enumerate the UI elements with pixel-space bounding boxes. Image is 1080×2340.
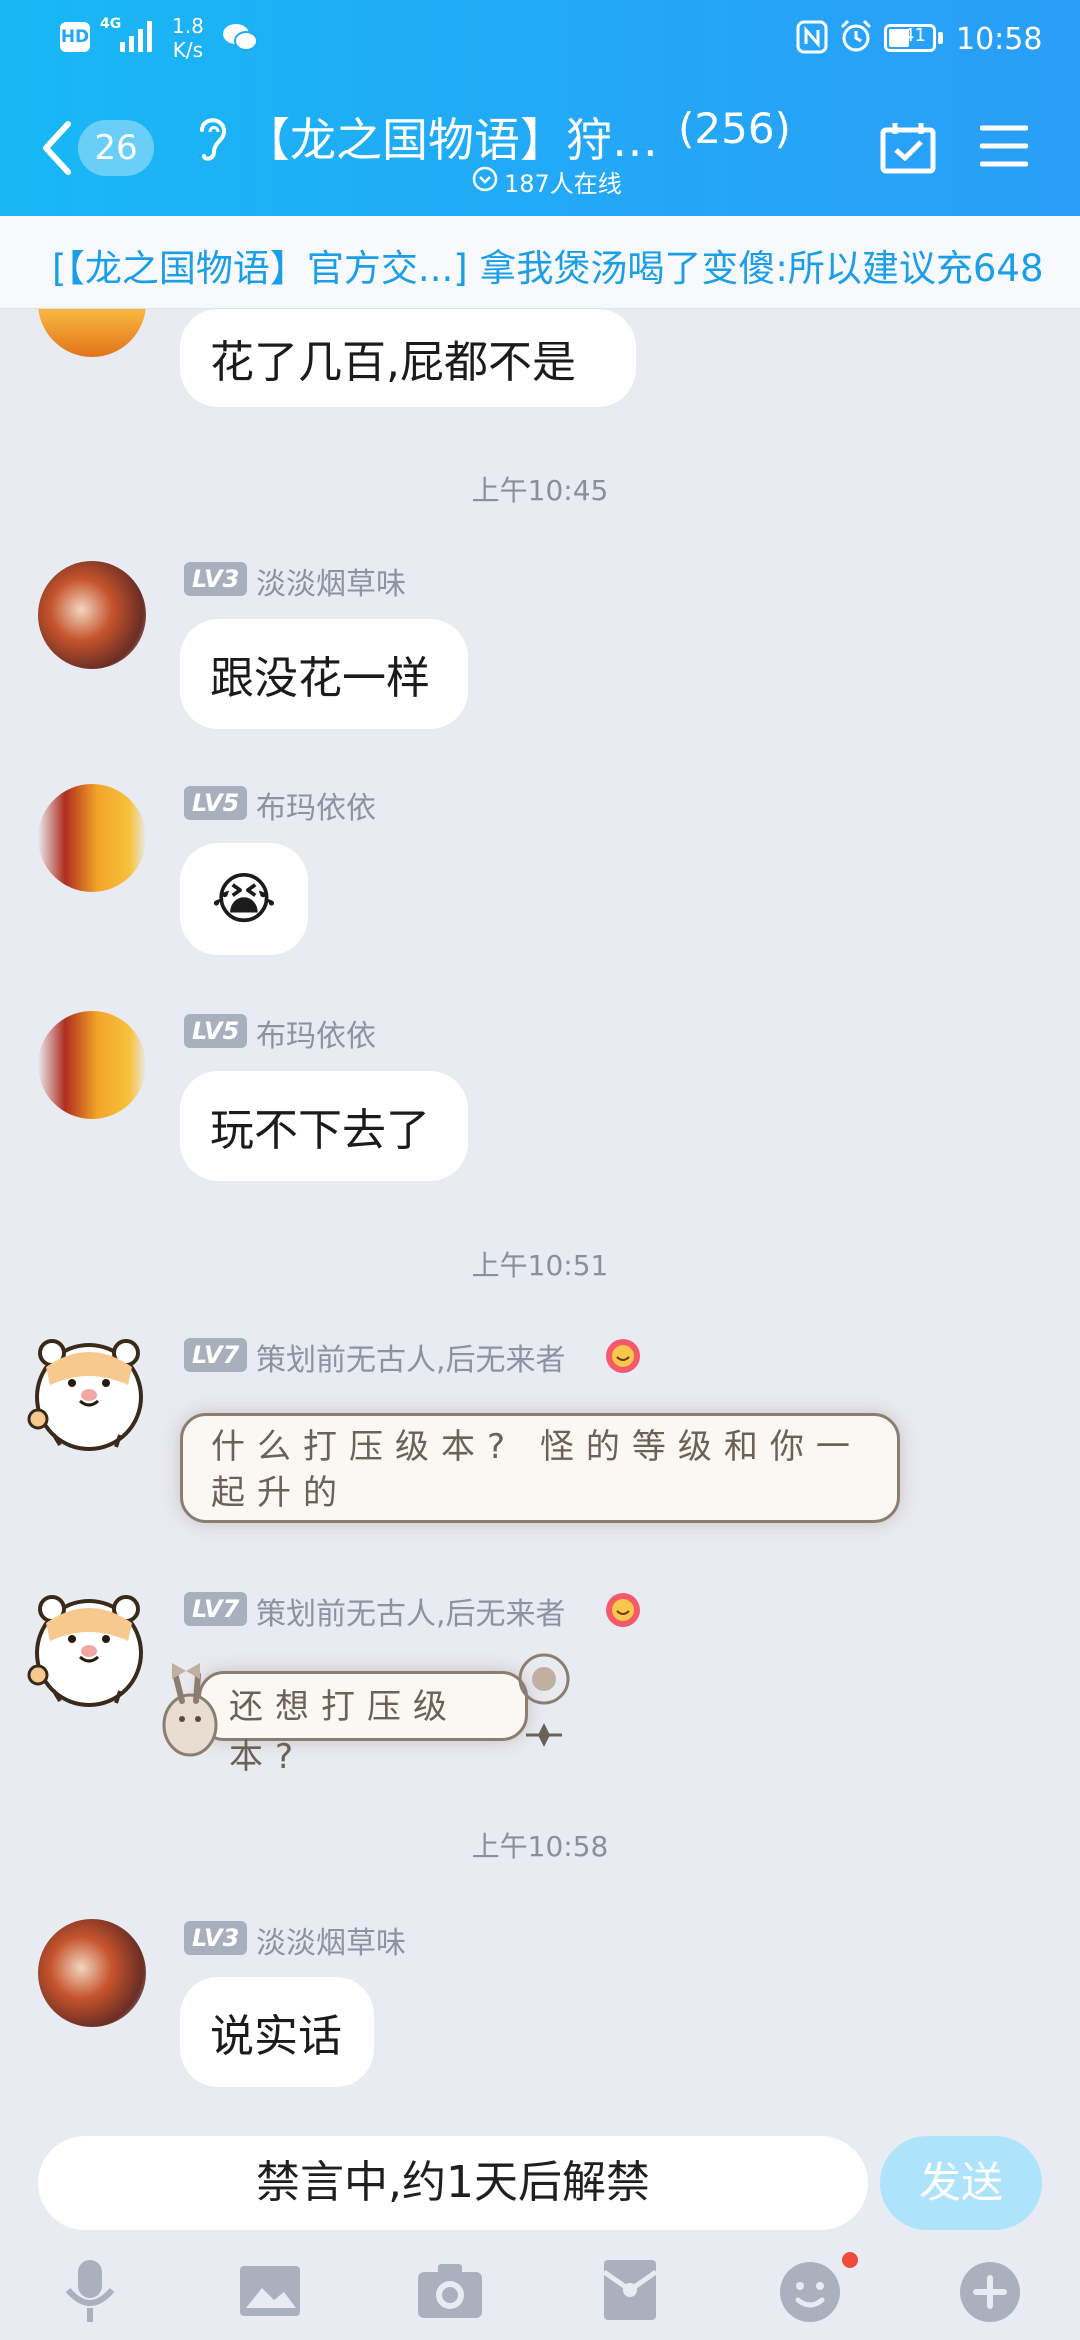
level-badge: LV7 [184,1338,248,1372]
sender-name[interactable]: 布玛依依 [256,783,376,827]
net-speed-unit: K/s [172,38,204,62]
online-count[interactable]: 187人在线 [504,164,622,199]
level-badge: LV7 [184,1592,248,1626]
bubble-decoration-rabbit-icon [162,1663,218,1757]
avatar[interactable] [38,561,146,669]
message-bubble[interactable]: 花了几百,屁都不是 [180,309,636,407]
timestamp: 上午10:45 [471,474,609,507]
nfc-icon [796,20,828,54]
red-packet-icon[interactable] [590,2250,670,2330]
send-button[interactable]: 发送 [880,2136,1042,2230]
message-list[interactable]: 花了几百,屁都不是 上午10:45 LV3 淡淡烟草味 跟没花一样 LV5 布玛… [0,309,1080,2109]
battery-icon: 41 [884,24,936,52]
bubble-decoration-ornament-icon [518,1653,570,1747]
muted-input-field[interactable]: 禁言中,约1天后解禁 [38,2136,868,2230]
level-badge: LV5 [184,1014,248,1048]
avatar[interactable] [24,1327,154,1457]
decorated-message-bubble[interactable]: 什么打压级本? 怪的等级和你一 起升的 [180,1413,900,1523]
message-line: 什么打压级本? 怪的等级和你一 [211,1427,862,1467]
avatar[interactable] [38,1919,146,2027]
alarm-icon [840,19,872,52]
sender-name[interactable]: 策划前无古人,后无来者 [256,1335,566,1379]
wechat-icon [223,24,258,51]
unread-count-badge[interactable]: 26 [78,120,154,176]
timestamp: 上午10:51 [471,1249,609,1282]
avatar[interactable] [38,784,146,892]
title-flower-icon [606,1339,640,1373]
clock: 10:58 [956,22,1043,57]
signal-icon [120,21,152,52]
message-bubble[interactable]: 玩不下去了 [180,1071,468,1181]
sender-name[interactable]: 淡淡烟草味 [256,1918,406,1962]
checkin-calendar-icon[interactable] [880,120,936,174]
sender-name[interactable]: 策划前无古人,后无来者 [256,1589,566,1633]
chat-header: HD 4G 1.8 K/s 41 10:58 26 【龙之国物语】狩… (256… [0,0,1080,216]
member-count[interactable]: (256) [678,104,791,153]
emoji-new-dot [842,2252,858,2268]
message-bubble[interactable]: 说实话 [180,1977,374,2087]
pinned-announcement[interactable]: [【龙之国物语】官方交...] 拿我煲汤喝了变傻:所以建议充648 [0,216,1080,309]
net-speed: 1.8 K/s [172,14,204,62]
net-speed-value: 1.8 [172,14,204,38]
level-badge: LV5 [184,786,248,820]
emoji-icon[interactable] [770,2250,850,2330]
message-line: 起升的 [211,1473,349,1513]
avatar[interactable] [38,309,146,357]
announcement-text: [【龙之国物语】官方交...] 拿我煲汤喝了变傻:所以建议充648 [52,247,1044,290]
battery-percent: 41 [903,25,926,46]
more-plus-icon[interactable] [950,2250,1030,2330]
battery-cap [938,32,943,44]
avatar[interactable] [24,1583,154,1713]
hd-badge: HD [60,22,90,52]
camera-icon[interactable] [410,2250,490,2330]
group-title[interactable]: 【龙之国物语】狩… [244,104,658,170]
sender-name[interactable]: 布玛依依 [256,1011,376,1055]
back-arrow-icon[interactable] [40,120,74,176]
listen-ear-icon[interactable] [192,112,232,164]
level-badge: LV3 [184,1921,248,1955]
menu-icon[interactable] [980,124,1028,168]
title-flower-icon [606,1593,640,1627]
message-bubble[interactable]: 跟没花一样 [180,619,468,729]
online-chevron-icon [472,166,498,192]
timestamp: 上午10:58 [471,1830,609,1863]
avatar[interactable] [38,1011,146,1119]
input-toolbar [0,2250,1080,2340]
emoji-message-bubble[interactable]: 😭 [180,843,308,955]
voice-icon[interactable] [50,2250,130,2330]
image-icon[interactable] [230,2250,310,2330]
level-badge: LV3 [184,562,248,596]
decorated-message-bubble[interactable]: 还想打压级本? [198,1671,528,1777]
sender-name[interactable]: 淡淡烟草味 [256,559,406,603]
